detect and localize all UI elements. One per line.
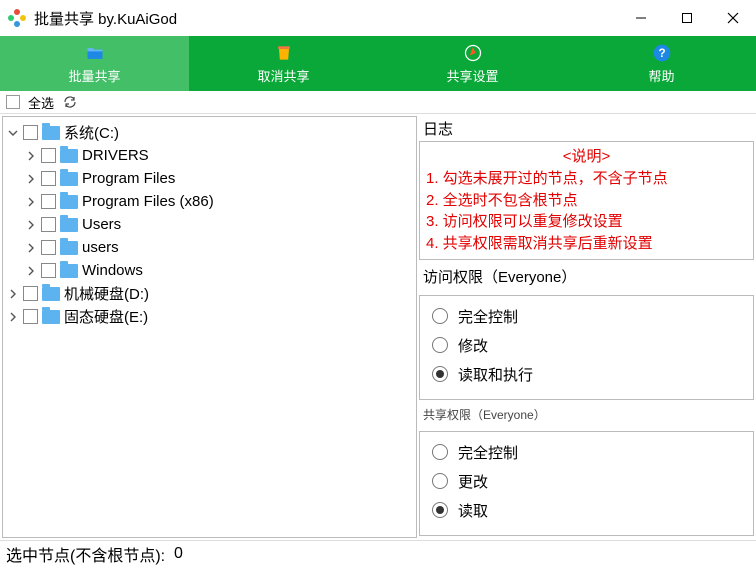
select-all-label: 全选 xyxy=(28,93,54,112)
status-bar: 选中节点(不含根节点): 0 xyxy=(0,540,756,566)
expand-icon[interactable] xyxy=(7,311,19,323)
folder-icon xyxy=(84,42,106,64)
tree-node[interactable]: Program Files xyxy=(3,167,416,190)
tree-node[interactable]: 机械硬盘(D:) xyxy=(3,282,416,305)
tree-node-root[interactable]: 系统(C:) xyxy=(3,121,416,144)
help-icon: ? xyxy=(651,42,673,64)
folder-icon xyxy=(60,149,78,163)
radio-icon xyxy=(432,308,448,324)
radio-option[interactable]: 完全控制 xyxy=(430,438,743,467)
folder-icon xyxy=(42,310,60,324)
main-toolbar: 批量共享 取消共享 共享设置 ? 帮助 xyxy=(0,36,756,91)
status-count: 0 xyxy=(174,545,183,563)
tree-checkbox[interactable] xyxy=(41,148,56,163)
tree-node[interactable]: Users xyxy=(3,213,416,236)
folder-icon xyxy=(42,126,60,140)
radio-option[interactable]: 完全控制 xyxy=(430,302,743,331)
tree-checkbox[interactable] xyxy=(41,263,56,278)
tree-checkbox[interactable] xyxy=(41,194,56,209)
access-perm-title: 访问权限（Everyone） xyxy=(423,266,754,287)
trash-icon xyxy=(273,42,295,64)
refresh-icon[interactable] xyxy=(62,95,78,109)
folder-icon xyxy=(60,218,78,232)
tree-checkbox[interactable] xyxy=(41,217,56,232)
folder-icon xyxy=(42,287,60,301)
tree-checkbox[interactable] xyxy=(23,286,38,301)
radio-option[interactable]: 读取 xyxy=(430,496,743,525)
radio-option[interactable]: 读取和执行 xyxy=(430,360,743,389)
tab-help[interactable]: ? 帮助 xyxy=(567,36,756,91)
tab-batch-share[interactable]: 批量共享 xyxy=(0,36,189,91)
expand-icon[interactable] xyxy=(25,219,37,231)
tree-node[interactable]: 固态硬盘(E:) xyxy=(3,305,416,328)
share-perm-title: 共享权限（Everyone） xyxy=(423,406,754,423)
expand-icon[interactable] xyxy=(25,196,37,208)
tree-node[interactable]: DRIVERS xyxy=(3,144,416,167)
tree-node[interactable]: Windows xyxy=(3,259,416,282)
folder-icon xyxy=(60,172,78,186)
folder-icon xyxy=(60,195,78,209)
tree-node[interactable]: Program Files (x86) xyxy=(3,190,416,213)
svg-text:?: ? xyxy=(658,47,665,60)
status-label: 选中节点(不含根节点): xyxy=(6,542,165,566)
tree-node[interactable]: users xyxy=(3,236,416,259)
tab-cancel-share[interactable]: 取消共享 xyxy=(189,36,378,91)
expand-icon[interactable] xyxy=(25,150,37,162)
radio-icon xyxy=(432,473,448,489)
tree-checkbox[interactable] xyxy=(23,125,38,140)
maximize-button[interactable] xyxy=(664,0,710,36)
title-bar: 批量共享 by.KuAiGod xyxy=(0,0,756,36)
minimize-button[interactable] xyxy=(618,0,664,36)
log-heading: <说明> xyxy=(426,146,747,168)
access-perm-group: 完全控制修改读取和执行 xyxy=(419,295,754,400)
tree-checkbox[interactable] xyxy=(41,240,56,255)
tab-share-settings[interactable]: 共享设置 xyxy=(378,36,567,91)
tree-checkbox[interactable] xyxy=(41,171,56,186)
log-box: <说明> 1. 勾选未展开过的节点，不含子节点 2. 全选时不包含根节点 3. … xyxy=(419,141,754,260)
compass-icon xyxy=(462,42,484,64)
expand-icon[interactable] xyxy=(25,265,37,277)
collapse-icon[interactable] xyxy=(7,127,19,139)
folder-icon xyxy=(60,241,78,255)
subbar: 全选 xyxy=(0,91,756,113)
radio-icon xyxy=(432,337,448,353)
radio-option[interactable]: 更改 xyxy=(430,467,743,496)
expand-icon[interactable] xyxy=(25,242,37,254)
radio-icon xyxy=(432,444,448,460)
expand-icon[interactable] xyxy=(25,173,37,185)
tree-checkbox[interactable] xyxy=(23,309,38,324)
share-perm-group: 完全控制更改读取 xyxy=(419,431,754,536)
app-icon xyxy=(8,9,26,27)
log-title: 日志 xyxy=(419,116,754,141)
window-title: 批量共享 by.KuAiGod xyxy=(34,8,618,29)
select-all-checkbox[interactable] xyxy=(6,95,20,109)
folder-tree[interactable]: 系统(C:) DRIVERSProgram FilesProgram Files… xyxy=(2,116,417,538)
folder-icon xyxy=(60,264,78,278)
expand-icon[interactable] xyxy=(7,288,19,300)
radio-option[interactable]: 修改 xyxy=(430,331,743,360)
radio-icon xyxy=(432,502,448,518)
radio-icon xyxy=(432,366,448,382)
close-button[interactable] xyxy=(710,0,756,36)
